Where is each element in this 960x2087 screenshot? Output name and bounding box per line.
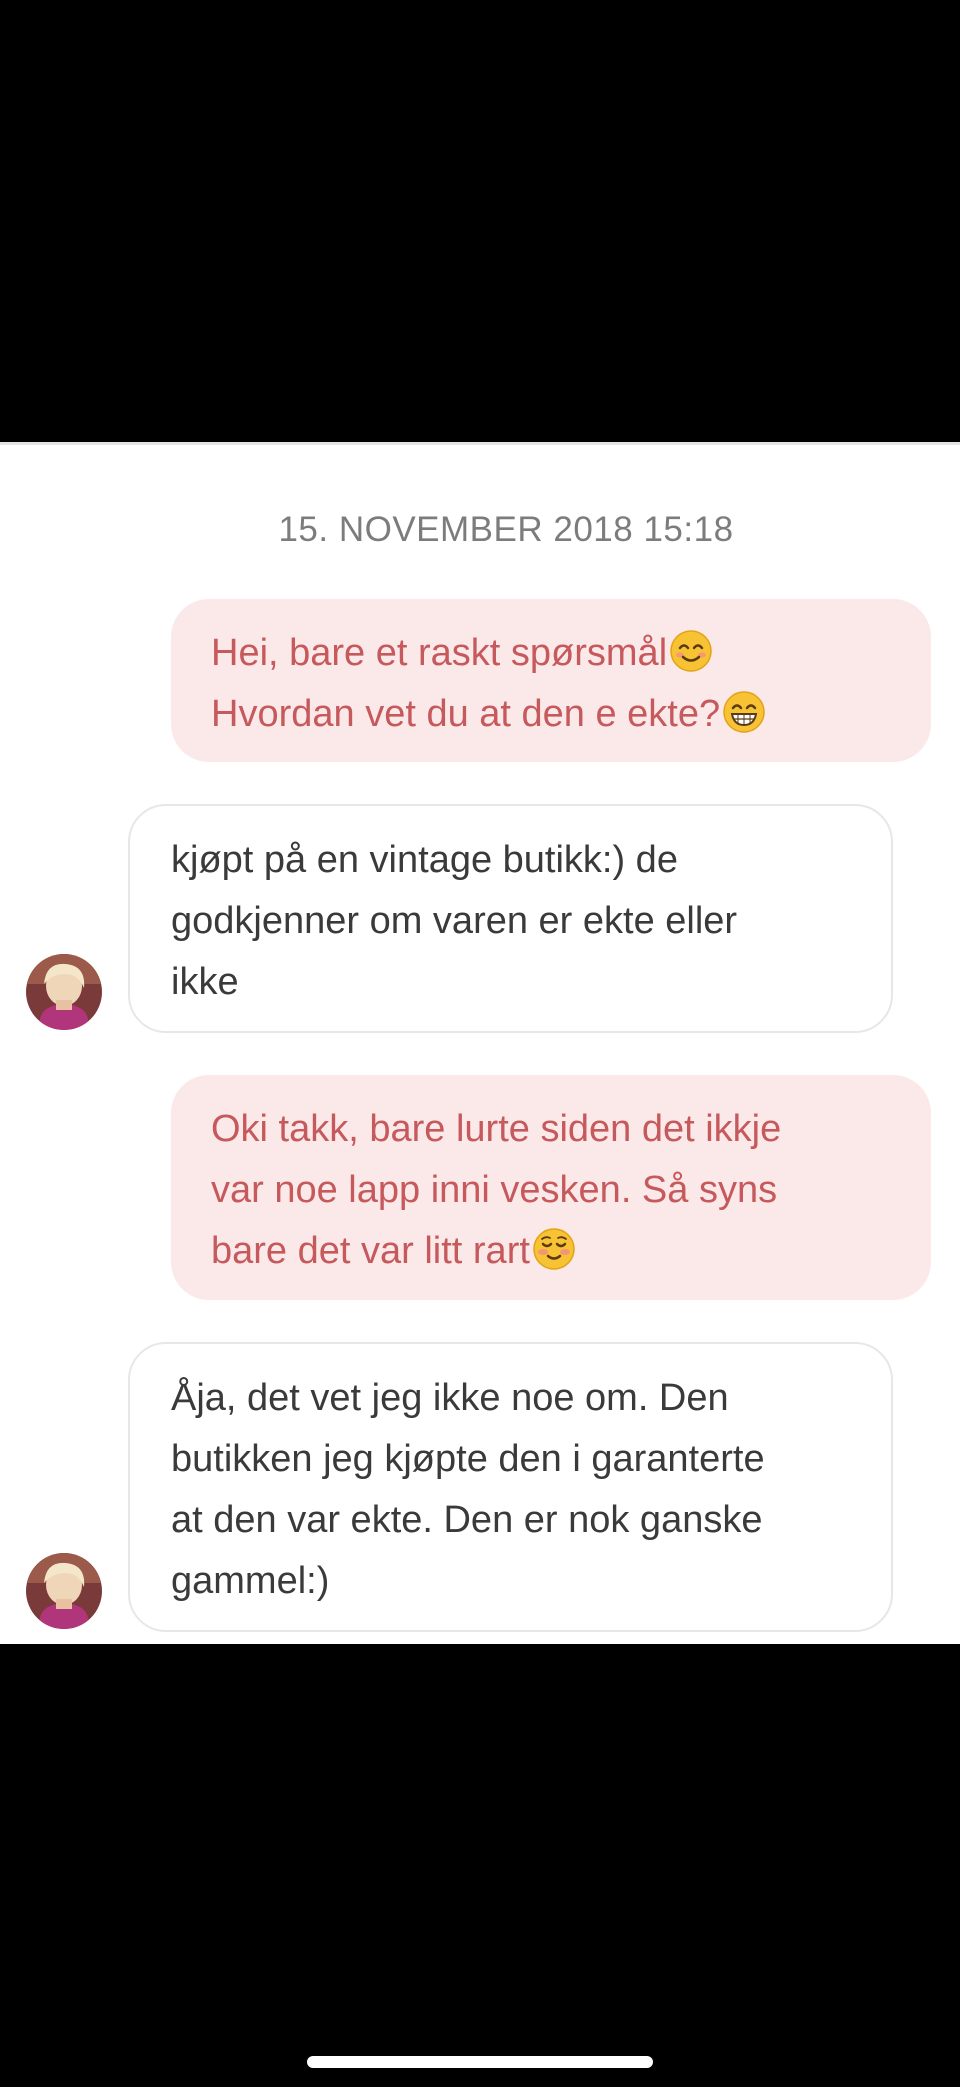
message-line: at den var ekte. Den er nok ganske <box>171 1499 763 1541</box>
message-line: Oki takk, bare lurte siden det ikkje <box>211 1108 782 1150</box>
message-line: var noe lapp inni vesken. Så syns <box>211 1169 778 1211</box>
message-line: kjøpt på en vintage butikk:) de <box>171 839 678 881</box>
message-line: butikken jeg kjøpte den i garanterte <box>171 1438 765 1480</box>
contact-avatar[interactable] <box>26 1553 102 1629</box>
contact-avatar[interactable] <box>26 954 102 1030</box>
smiling-face-emoji-icon <box>670 630 712 672</box>
message-line: bare det var litt rart <box>211 1221 891 1282</box>
message-line: ikke <box>171 961 239 1003</box>
message-line: Hvordan vet du at den e ekte? <box>211 684 891 745</box>
avatar-photo-icon <box>26 1553 102 1629</box>
chat-divider <box>0 442 960 445</box>
message-line: Hei, bare et raskt spørsmål <box>211 623 891 684</box>
top-black-area <box>0 0 960 442</box>
home-indicator[interactable] <box>307 2056 653 2068</box>
relieved-blush-face-emoji-icon <box>533 1228 575 1270</box>
message-line: Åja, det vet jeg ikke noe om. Den <box>171 1377 729 1419</box>
bottom-black-area <box>0 1644 960 2087</box>
incoming-message-bubble[interactable]: Åja, det vet jeg ikke noe om. Den butikk… <box>128 1342 893 1632</box>
outgoing-message-bubble[interactable]: Oki takk, bare lurte siden det ikkje var… <box>171 1075 931 1300</box>
outgoing-message-bubble[interactable]: Hei, bare et raskt spørsmål Hvordan vet … <box>171 599 931 762</box>
avatar-photo-icon <box>26 954 102 1030</box>
grinning-face-emoji-icon <box>723 691 765 733</box>
message-line: godkjenner om varen er ekte eller <box>171 900 738 942</box>
chat-area[interactable]: 15. NOVEMBER 2018 15:18 Hei, bare et ras… <box>0 442 960 1644</box>
message-line: gammel:) <box>171 1560 330 1602</box>
incoming-message-bubble[interactable]: kjøpt på en vintage butikk:) de godkjenn… <box>128 804 893 1033</box>
conversation-timestamp: 15. NOVEMBER 2018 15:18 <box>278 510 734 549</box>
